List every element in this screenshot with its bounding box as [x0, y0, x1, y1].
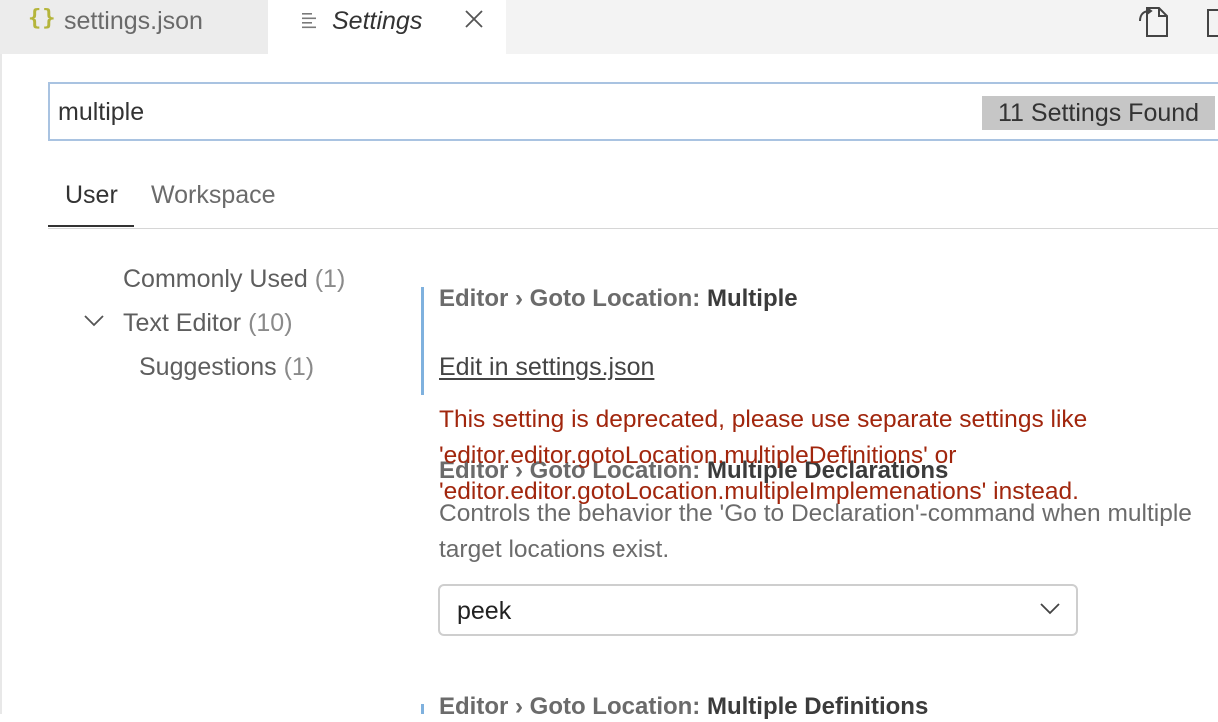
- open-settings-json-icon[interactable]: [1138, 5, 1170, 39]
- tab-label: settings.json: [64, 7, 203, 35]
- toc-item-text-editor[interactable]: Text Editor (10): [123, 308, 293, 338]
- setting-key: Multiple: [706, 285, 798, 312]
- tab-settings[interactable]: Settings: [268, 0, 506, 54]
- toc-label: Commonly Used: [123, 265, 308, 293]
- tab-workspace[interactable]: Workspace: [151, 180, 276, 210]
- tab-user[interactable]: User: [65, 180, 118, 210]
- toc-item-commonly-used[interactable]: Commonly Used (1): [123, 264, 345, 294]
- search-input[interactable]: [58, 92, 958, 132]
- tab-settings-json[interactable]: {} settings.json: [0, 0, 268, 54]
- toc-count: (1): [283, 353, 315, 381]
- results-count-badge: 11 Settings Found: [982, 96, 1216, 130]
- toc-label: Text Editor: [123, 309, 242, 337]
- toc-count: (1): [314, 265, 346, 293]
- toc-item-suggestions[interactable]: Suggestions (1): [139, 352, 314, 382]
- active-tab-underline: [48, 225, 134, 227]
- select-value: peek: [457, 597, 512, 625]
- setting-key: Multiple Definitions: [706, 693, 929, 720]
- split-editor-icon[interactable]: [1206, 5, 1218, 39]
- settings-editor-icon: [302, 13, 316, 29]
- modified-indicator-bar: [421, 287, 424, 395]
- deprecation-message: This setting is deprecated, please use s…: [439, 406, 1088, 505]
- setting-category: Editor › Goto Location:: [439, 693, 707, 720]
- toc-count: (10): [248, 309, 293, 337]
- page-edge: [0, 54, 2, 714]
- braces-icon: {}: [28, 6, 57, 31]
- goto-declarations-select[interactable]: peek: [438, 584, 1078, 636]
- toc-label: Suggestions: [139, 353, 277, 381]
- setting-category: Editor › Goto Location:: [439, 285, 707, 312]
- settings-scope-tabs: User Workspace: [48, 170, 1218, 229]
- chevron-down-icon: [1040, 603, 1060, 615]
- settings-search-box[interactable]: 11 Settings Found: [48, 82, 1218, 141]
- setting-title-multiple-definitions: Editor › Goto Location: Multiple Definit…: [439, 692, 928, 722]
- edit-in-settings-json-link[interactable]: Edit in settings.json: [439, 352, 654, 382]
- editor-tab-bar: {} settings.json Settings: [0, 0, 1218, 54]
- setting-title-multiple: Editor › Goto Location: Multiple: [439, 284, 798, 314]
- modified-indicator-bar: [421, 704, 424, 714]
- close-icon[interactable]: [464, 9, 484, 29]
- chevron-down-icon[interactable]: [84, 314, 104, 328]
- tab-label: Settings: [332, 7, 423, 35]
